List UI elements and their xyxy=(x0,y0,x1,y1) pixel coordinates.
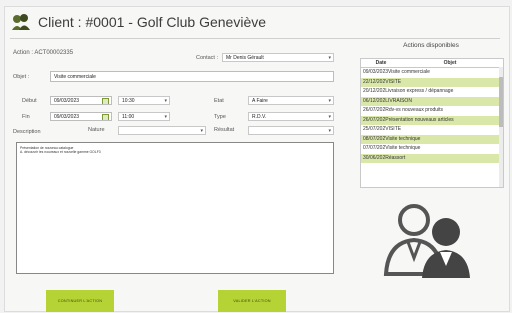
etat-value: A Faire xyxy=(252,98,268,104)
col-date-header[interactable]: Date xyxy=(361,59,401,67)
resultat-select[interactable]: ▾ xyxy=(248,126,334,135)
calendar-icon[interactable] xyxy=(102,114,109,120)
action-date: 30/06/202 xyxy=(363,154,386,161)
fin-date-input[interactable]: 09/03/2023 xyxy=(50,112,112,121)
action-objet: Visite commerciale xyxy=(388,69,430,75)
chevron-down-icon: ▾ xyxy=(328,114,331,120)
action-date: 26/07/202 xyxy=(363,116,386,123)
contact-select[interactable]: Mr Denis Gérault ▾ xyxy=(222,53,334,62)
resultat-label: Résultat xyxy=(214,127,235,133)
type-label: Type xyxy=(214,114,226,120)
action-date: 22/12/202 xyxy=(363,78,386,85)
action-date: 08/07/202 xyxy=(363,135,386,142)
action-objet: Visite technique xyxy=(385,145,421,151)
action-date: 20/12/202 xyxy=(363,88,386,94)
description-label: Description xyxy=(13,129,41,135)
fin-time-select[interactable]: 11:00 ▾ xyxy=(118,112,170,121)
description-textarea[interactable]: Présentation de nouveau catalogue A. déc… xyxy=(16,142,334,274)
type-select[interactable]: R.D.V. ▾ xyxy=(248,112,334,121)
list-item[interactable]: 06/12/202LIVRAISON xyxy=(361,96,503,106)
actions-list: 09/03/2023Visite commerciale 22/12/202VIS… xyxy=(361,68,503,163)
action-date: 06/12/202 xyxy=(363,97,386,104)
contact-value: Mr Denis Gérault xyxy=(226,55,264,61)
golf-club-logo-icon xyxy=(12,14,30,30)
action-objet: LIVRAISON xyxy=(385,97,412,104)
nature-select[interactable]: ▾ xyxy=(118,126,206,135)
scrollbar[interactable] xyxy=(499,67,503,187)
page-title: Client : #0001 - Golf Club Geneviève xyxy=(38,14,267,30)
action-date: 26/07/202 xyxy=(363,107,386,113)
action-objet: Livraison express / dépannage xyxy=(385,88,454,94)
list-item[interactable]: 25/07/202VISITE xyxy=(361,125,503,135)
people-icon xyxy=(383,204,470,278)
list-item[interactable]: 22/12/202VISITE xyxy=(361,77,503,87)
action-objet: Visite technique xyxy=(385,135,421,142)
action-id-label: Action : ACT00002335 xyxy=(13,50,74,56)
list-item[interactable]: 26/07/202Rdv-vs nouveaux produits xyxy=(361,106,503,116)
contact-label: Contact : xyxy=(196,55,219,61)
col-objet-header[interactable]: Objet xyxy=(401,59,499,67)
validate-action-button[interactable]: VALIDER L'ACTION xyxy=(218,290,286,312)
action-objet: Présentation nouveaux articles xyxy=(385,116,454,123)
debut-label: Début xyxy=(22,98,37,104)
actions-panel-title: Actions disponibles xyxy=(403,42,459,49)
fin-label: Fin xyxy=(22,114,30,120)
list-item[interactable]: 30/06/202Réassort xyxy=(361,153,503,163)
title-bar: Client : #0001 - Golf Club Geneviève xyxy=(10,10,266,34)
debut-time-value: 10:30 xyxy=(122,98,135,104)
actions-table: Date Objet 09/03/2023Visite commerciale 2… xyxy=(360,58,504,188)
fin-date-value: 09/03/2023 xyxy=(54,114,80,120)
calendar-icon[interactable] xyxy=(102,98,109,104)
objet-input[interactable]: Visite commerciale xyxy=(50,71,334,82)
type-value: R.D.V. xyxy=(252,114,267,120)
fin-time-value: 11:00 xyxy=(122,114,135,120)
chevron-down-icon: ▾ xyxy=(164,98,167,104)
action-date: 25/07/202 xyxy=(363,126,386,132)
action-objet: Réassort xyxy=(385,154,406,161)
list-item[interactable]: 26/07/202Présentation nouveaux articles xyxy=(361,115,503,125)
list-item[interactable]: 08/07/202Visite technique xyxy=(361,134,503,144)
actions-table-header: Date Objet xyxy=(361,59,503,68)
scroll-thumb[interactable] xyxy=(499,77,503,127)
debut-time-select[interactable]: 10:30 ▾ xyxy=(118,96,170,105)
chevron-down-icon: ▾ xyxy=(200,128,203,134)
list-item[interactable]: 20/12/202Livraison express / dépannage xyxy=(361,87,503,97)
objet-label: Objet : xyxy=(13,74,30,80)
etat-select[interactable]: A Faire ▾ xyxy=(248,96,334,105)
title-divider xyxy=(10,38,500,39)
chevron-down-icon: ▾ xyxy=(164,114,167,120)
action-date: 09/03/2023 xyxy=(363,69,389,75)
action-date: 07/07/202 xyxy=(363,145,386,151)
nature-label: Nature xyxy=(88,127,105,133)
action-objet: VISITE xyxy=(385,78,402,85)
etat-label: Etat xyxy=(214,98,224,104)
action-objet: Rdv-vs nouveaux produits xyxy=(385,107,444,113)
debut-date-value: 09/03/2023 xyxy=(54,98,80,104)
continue-action-button[interactable]: CONTINUER L'ACTION xyxy=(46,290,114,312)
debut-date-input[interactable]: 09/03/2023 xyxy=(50,96,112,105)
list-item[interactable]: 09/03/2023Visite commerciale xyxy=(361,68,503,78)
list-item[interactable]: 07/07/202Visite technique xyxy=(361,144,503,154)
chevron-down-icon: ▾ xyxy=(328,55,331,61)
action-objet: VISITE xyxy=(385,126,402,132)
chevron-down-icon: ▾ xyxy=(328,98,331,104)
chevron-down-icon: ▾ xyxy=(328,128,331,134)
